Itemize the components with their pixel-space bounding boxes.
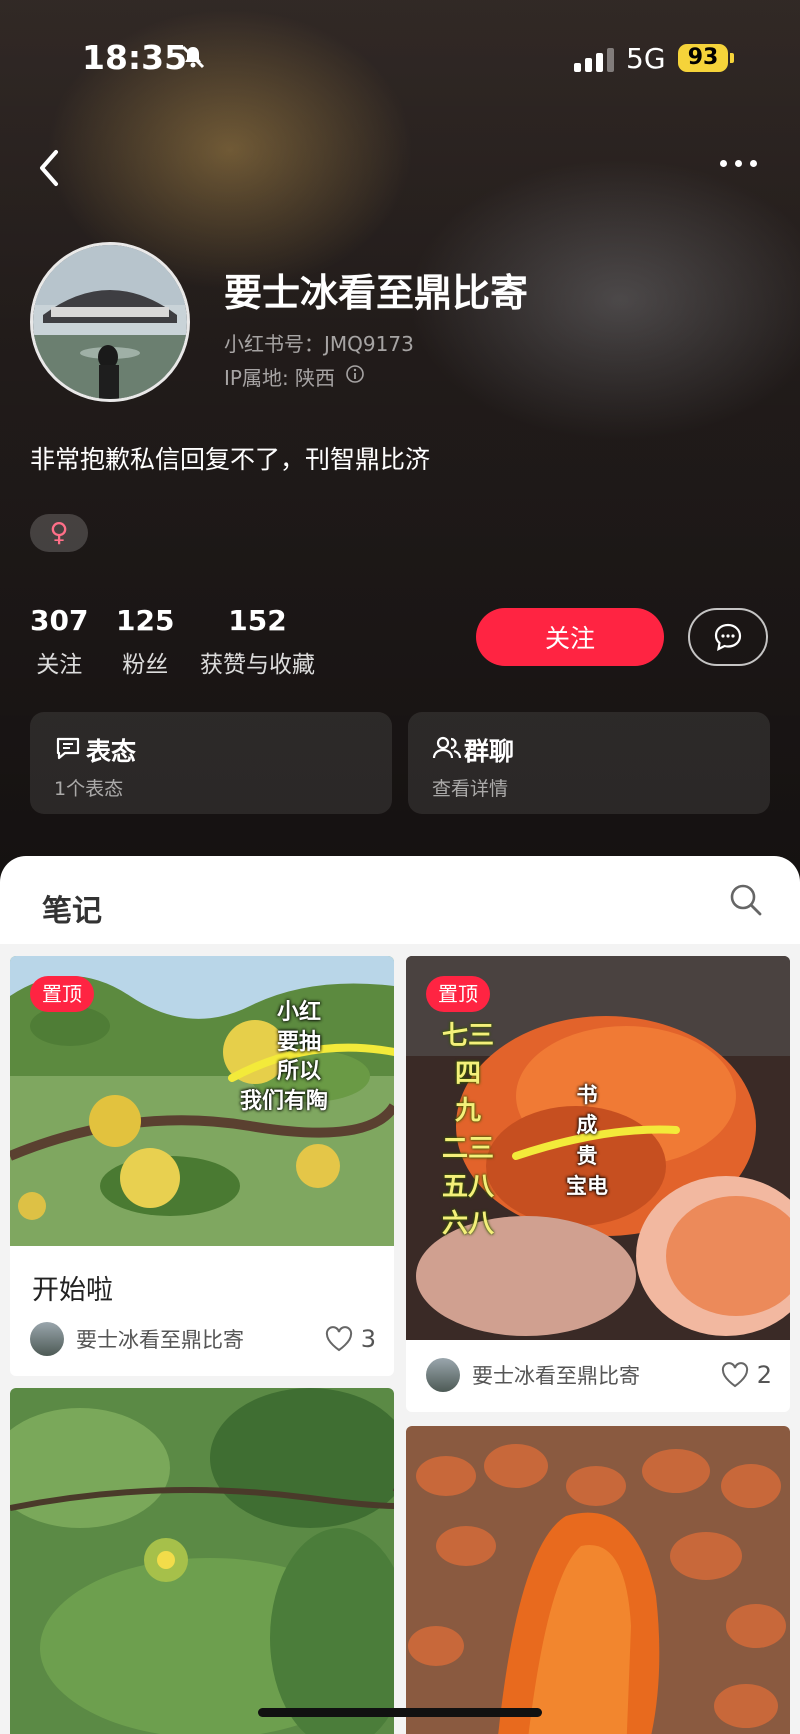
stat-likes-label: 获赞与收藏 [200, 652, 315, 678]
battery-level: 93 [678, 44, 728, 72]
cover-overlay-text-right: 书 成 贵 宝电 [566, 1080, 608, 1202]
overlay-line: 六八 [442, 1209, 495, 1240]
overlay-line: 小红 [277, 1000, 322, 1025]
avatar[interactable] [30, 242, 190, 402]
pinned-badge: 置顶 [30, 976, 94, 1012]
cell-signal-icon [574, 46, 614, 72]
like-count: 3 [360, 1325, 376, 1353]
status-bar: 18:35 5G 93 [0, 0, 800, 110]
overlay-line: 七三 [442, 1021, 495, 1051]
home-indicator [258, 1708, 542, 1717]
reaction-card-title: 表态 [86, 737, 137, 766]
group-chat-card-sub: 查看详情 [432, 778, 509, 800]
overlay-line: 宝电 [566, 1174, 608, 1199]
cover-overlay-text-left: 七三 四 九 二三 五八 六八 [442, 1018, 494, 1244]
note-cover-image[interactable]: 置顶 七三 四 九 二三 五八 六八 书 成 贵 宝电 [406, 956, 790, 1340]
overlay-line: 成 [576, 1113, 598, 1138]
reaction-card-sub: 1个表态 [54, 778, 124, 800]
ip-location-label: IP属地: 陕西 [224, 366, 336, 390]
overlay-line: 贵 [576, 1143, 598, 1168]
group-users-icon [432, 734, 462, 766]
note-cover-image[interactable]: 置顶 小红 要抽 所以 我们有陶 [10, 956, 394, 1246]
note-card[interactable] [10, 1388, 394, 1734]
group-chat-card-title: 群聊 [464, 737, 515, 766]
gender-tag: ♀ [30, 514, 88, 552]
author-avatar[interactable] [426, 1358, 460, 1392]
comment-icon [54, 734, 82, 766]
stat-following-label: 关注 [36, 652, 83, 678]
overlay-line: 二三 [442, 1134, 495, 1165]
like-count: 2 [756, 1361, 772, 1389]
note-author[interactable]: 要士冰看至鼎比寄 [76, 1324, 325, 1354]
chat-bubble-icon [714, 623, 742, 651]
overlay-line: 我们有陶 [240, 1089, 329, 1115]
notes-feed: 置顶 小红 要抽 所以 我们有陶 开始啦 要士冰看至鼎比寄 3 置顶 七三 四 … [0, 944, 800, 1734]
overlay-line: 要抽 [277, 1029, 322, 1055]
stat-fans[interactable]: 125 粉丝 [116, 604, 174, 679]
notes-sheet: 笔记 置顶 小红 要抽 所以 我们有陶 开始啦 要士冰看至鼎比寄 3 置顶 七三… [0, 856, 800, 1734]
info-icon[interactable] [345, 364, 365, 389]
note-title: 开始啦 [32, 1275, 113, 1306]
note-meta: 要士冰看至鼎比寄 3 [30, 1320, 376, 1358]
note-author[interactable]: 要士冰看至鼎比寄 [472, 1360, 721, 1390]
mute-bell-icon [180, 44, 206, 74]
overlay-line: 九 [455, 1096, 482, 1127]
stat-fans-label: 粉丝 [122, 652, 169, 678]
follow-button[interactable]: 关注 [476, 608, 664, 666]
cover-overlay-text: 小红 要抽 所以 我们有陶 [240, 998, 328, 1117]
stat-following[interactable]: 307 关注 [30, 604, 88, 679]
stat-likes-collects[interactable]: 152 获赞与收藏 [200, 604, 315, 679]
heart-icon [721, 1362, 748, 1388]
note-card[interactable]: 置顶 小红 要抽 所以 我们有陶 开始啦 要士冰看至鼎比寄 3 [10, 956, 394, 1376]
note-card[interactable]: 置顶 七三 四 九 二三 五八 六八 书 成 贵 宝电 要士冰看至鼎比寄 2 [406, 956, 790, 1412]
stat-likes-count: 152 [228, 604, 287, 637]
profile-id[interactable]: 小红书号：JMQ9173 [224, 328, 414, 357]
note-meta: 要士冰看至鼎比寄 2 [426, 1356, 772, 1394]
author-avatar[interactable] [30, 1322, 64, 1356]
profile-username: 要士冰看至鼎比寄 [224, 271, 529, 315]
pinned-badge: 置顶 [426, 976, 490, 1012]
like-button[interactable]: 2 [721, 1361, 772, 1389]
overlay-line: 书 [576, 1083, 598, 1107]
ip-location: IP属地: 陕西 [224, 362, 365, 391]
battery-tip [730, 53, 734, 63]
heart-icon [325, 1326, 352, 1352]
group-chat-card[interactable]: 群聊 查看详情 [408, 712, 770, 814]
network-type: 5G [626, 42, 666, 75]
back-arrow-icon[interactable] [34, 146, 64, 190]
profile-bio: 非常抱歉私信回复不了，刊智鼎比济 [30, 445, 431, 474]
overlay-line: 四 [455, 1058, 482, 1089]
note-card[interactable] [406, 1426, 790, 1734]
stat-following-count: 307 [30, 604, 89, 637]
tab-notes[interactable]: 笔记 [42, 886, 102, 930]
search-icon[interactable] [728, 882, 764, 922]
like-button[interactable]: 3 [325, 1325, 376, 1353]
note-cover-image[interactable] [10, 1388, 394, 1734]
stat-fans-count: 125 [116, 604, 175, 637]
reaction-card[interactable]: 表态 1个表态 [30, 712, 392, 814]
note-cover-image[interactable] [406, 1426, 790, 1734]
overlay-line: 所以 [277, 1059, 322, 1085]
female-icon: ♀ [49, 518, 69, 548]
more-options-icon[interactable] [720, 160, 757, 167]
message-button[interactable] [688, 608, 768, 666]
status-time: 18:35 [82, 38, 188, 77]
overlay-line: 五八 [442, 1171, 495, 1202]
